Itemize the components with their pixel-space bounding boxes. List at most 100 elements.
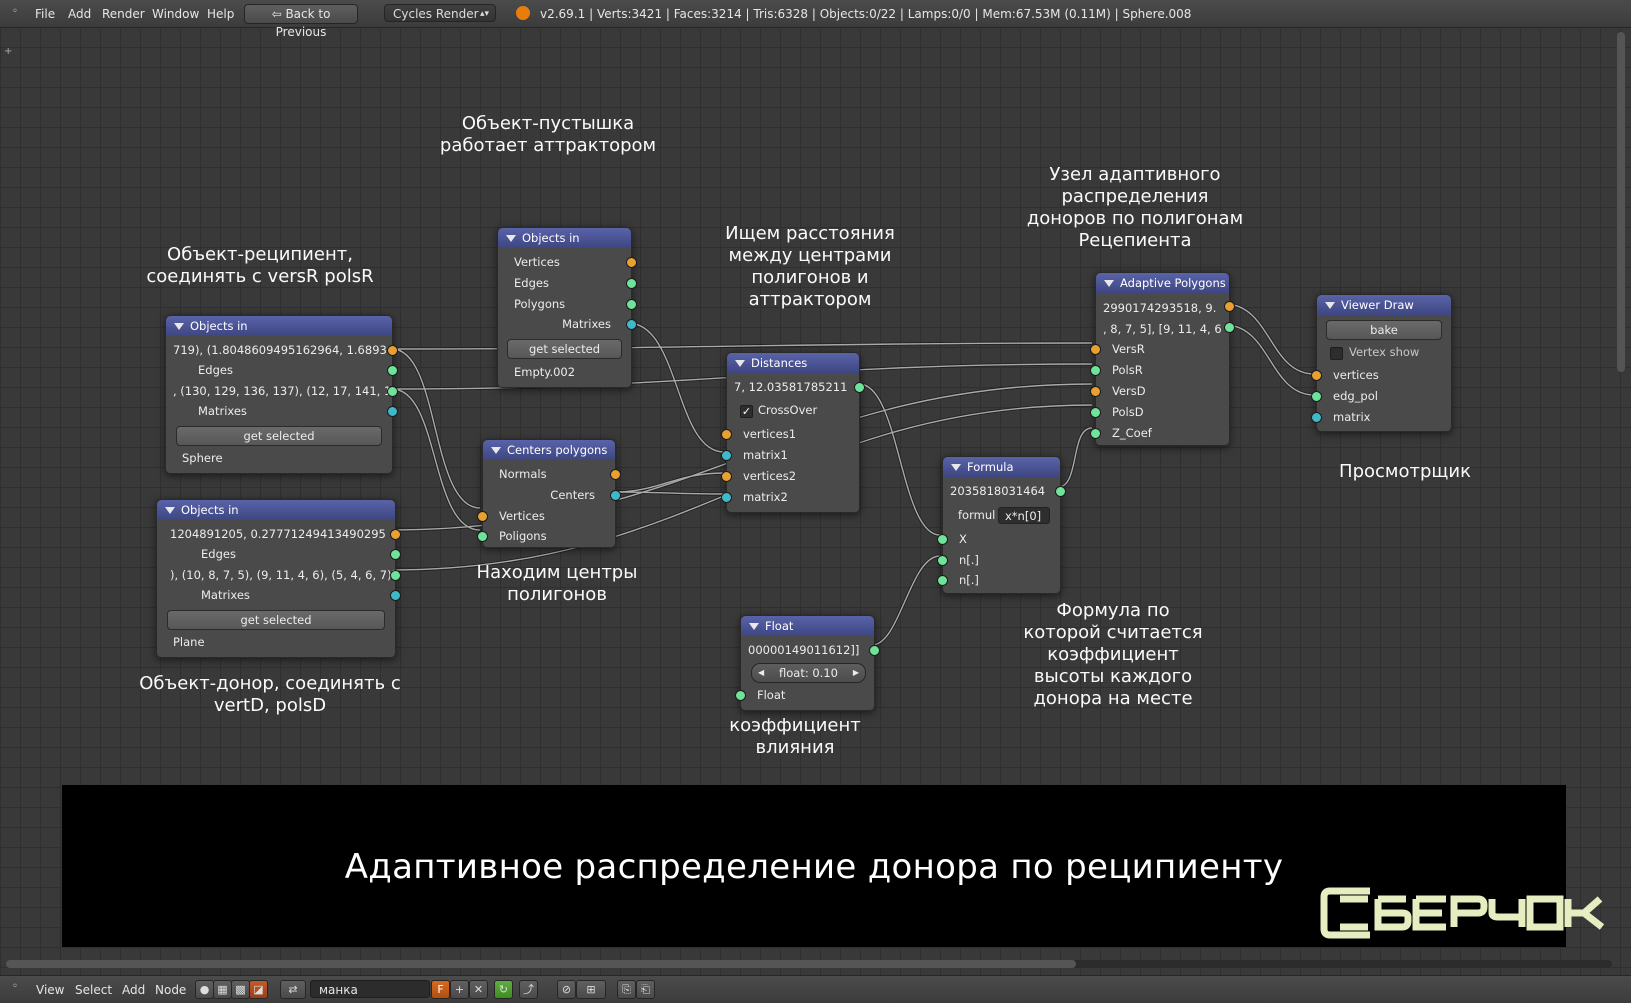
- socket-vertices1-in[interactable]: [721, 429, 732, 440]
- socket-z-coef-in[interactable]: [1090, 428, 1101, 439]
- editor-type-icon[interactable]: ◦: [12, 6, 18, 17]
- get-selected-button[interactable]: get selected: [507, 339, 622, 359]
- node-header[interactable]: Centers polygons: [483, 440, 615, 460]
- socket-poligons-in[interactable]: [477, 531, 488, 542]
- socket-versr-in[interactable]: [1090, 344, 1101, 355]
- socket-result-out[interactable]: [1055, 486, 1066, 497]
- socket-matrixes-out[interactable]: [390, 590, 401, 601]
- socket-polygons-out[interactable]: [387, 386, 398, 397]
- socket-centers-out[interactable]: [610, 490, 621, 501]
- socket-polygons-out[interactable]: [390, 570, 401, 581]
- menu-add[interactable]: Add: [68, 7, 91, 21]
- node-formula[interactable]: Formula 2035818031464 formul x*n[0] X n[…: [937, 456, 1066, 594]
- menu-help[interactable]: Help: [207, 7, 234, 21]
- bake-button[interactable]: bake: [1326, 320, 1442, 340]
- node-float[interactable]: Float 00000149011612]] ◀ float: 0.10 ▶ F…: [735, 615, 880, 711]
- node-header[interactable]: Float: [741, 616, 874, 636]
- socket-vertices-out[interactable]: [626, 257, 637, 268]
- socket-matrix-in[interactable]: [1311, 412, 1322, 423]
- socket-edg-pol-in[interactable]: [1311, 391, 1322, 402]
- unlink-tree-icon[interactable]: ✕: [469, 980, 488, 999]
- node-header[interactable]: Viewer Draw: [1317, 295, 1451, 315]
- menu-render[interactable]: Render: [102, 7, 145, 21]
- socket-polygons-out[interactable]: [626, 299, 637, 310]
- socket-vertices-out[interactable]: [387, 345, 398, 356]
- node-tree-name-field[interactable]: манка: [310, 980, 430, 998]
- shader-nodes-icon[interactable]: ●: [195, 980, 214, 999]
- paste-nodes-icon[interactable]: ⎗: [636, 980, 655, 999]
- get-selected-button[interactable]: get selected: [176, 426, 382, 446]
- socket-vertices-in[interactable]: [477, 511, 488, 522]
- horizontal-scroll-thumb[interactable]: [6, 960, 1076, 968]
- socket-x-in[interactable]: [937, 534, 948, 545]
- compositing-nodes-icon[interactable]: ▦: [213, 980, 232, 999]
- vertical-scrollbar[interactable]: [1617, 32, 1625, 372]
- socket-matrix2-in[interactable]: [721, 492, 732, 503]
- blender-logo-icon: [516, 6, 530, 20]
- node-header[interactable]: Objects in: [166, 316, 392, 336]
- socket-float-out[interactable]: [869, 645, 880, 656]
- node-tree-browse-icon[interactable]: ⇄: [280, 980, 306, 999]
- output-vertices: Vertices: [514, 255, 560, 269]
- parent-tree-icon[interactable]: ⤴: [519, 980, 538, 999]
- back-to-previous-button[interactable]: ⇦ Back to Previous: [244, 4, 358, 39]
- input-versr: VersR: [1112, 342, 1145, 356]
- socket-polygons-out[interactable]: [1224, 322, 1235, 333]
- socket-matrixes-out[interactable]: [626, 319, 637, 330]
- node-header[interactable]: Adaptive Polygons: [1096, 273, 1229, 293]
- socket-n2-in[interactable]: [937, 575, 948, 586]
- socket-distances-out[interactable]: [854, 382, 865, 393]
- node-objects-in-empty[interactable]: Objects in Vertices Edges Polygons Matri…: [497, 227, 637, 388]
- socket-normals-out[interactable]: [610, 469, 621, 480]
- copy-nodes-icon[interactable]: ⎘: [617, 980, 636, 999]
- snap-element-icon[interactable]: ⊞: [576, 980, 606, 999]
- menu-file[interactable]: File: [35, 7, 55, 21]
- socket-edges-out[interactable]: [626, 278, 637, 289]
- socket-float-in[interactable]: [735, 690, 746, 701]
- float-value-field[interactable]: ◀ float: 0.10 ▶: [751, 663, 866, 683]
- socket-versd-in[interactable]: [1090, 386, 1101, 397]
- sverchok-nodes-icon[interactable]: ◪: [249, 980, 268, 999]
- texture-nodes-icon[interactable]: ▩: [231, 980, 250, 999]
- socket-vertices-out[interactable]: [1224, 301, 1235, 312]
- horizontal-scrollbar[interactable]: [6, 960, 1612, 968]
- render-engine-select[interactable]: Cycles Render ▴▾: [384, 4, 496, 22]
- socket-vertices-out[interactable]: [390, 529, 401, 540]
- socket-edges-out[interactable]: [390, 549, 401, 560]
- menu-select[interactable]: Select: [75, 983, 112, 997]
- node-objects-in-plane[interactable]: Objects in 1204891205, 0.277712494134902…: [156, 499, 401, 658]
- menu-node[interactable]: Node: [155, 983, 186, 997]
- get-selected-button[interactable]: get selected: [167, 610, 385, 630]
- decrement-arrow-icon[interactable]: ◀: [758, 664, 764, 682]
- menu-view[interactable]: View: [36, 983, 64, 997]
- menu-window[interactable]: Window: [152, 7, 199, 21]
- node-adaptive-polygons[interactable]: Adaptive Polygons 2990174293518, 9. , 8,…: [1090, 272, 1235, 446]
- increment-arrow-icon[interactable]: ▶: [853, 664, 859, 682]
- node-objects-in-sphere[interactable]: Objects in 719), (1.8048609495162964, 1.…: [165, 315, 398, 474]
- fake-user-button[interactable]: F: [431, 980, 450, 999]
- node-header[interactable]: Objects in: [498, 228, 631, 248]
- socket-polsd-in[interactable]: [1090, 407, 1101, 418]
- new-tree-icon[interactable]: +: [450, 980, 469, 999]
- menu-add[interactable]: Add: [122, 983, 145, 997]
- socket-n1-in[interactable]: [937, 555, 948, 566]
- crossover-label: CrossOver: [758, 403, 818, 417]
- socket-matrix1-in[interactable]: [721, 450, 732, 461]
- snap-toggle-icon[interactable]: ⊘: [557, 980, 576, 999]
- node-viewer-draw[interactable]: Viewer Draw bake Vertex show vertices ed…: [1311, 294, 1452, 432]
- node-header[interactable]: Formula: [943, 457, 1060, 477]
- toolshelf-toggle-icon[interactable]: +: [4, 46, 12, 57]
- socket-matrixes-out[interactable]: [387, 406, 398, 417]
- node-centers-polygons[interactable]: Centers polygons Normals Centers Vertice…: [477, 439, 621, 548]
- socket-edges-out[interactable]: [387, 365, 398, 376]
- use-nodes-icon[interactable]: ↻: [494, 980, 513, 999]
- socket-vertices-in[interactable]: [1311, 370, 1322, 381]
- socket-vertices2-in[interactable]: [721, 471, 732, 482]
- editor-type-icon[interactable]: ◦: [12, 981, 18, 992]
- socket-polsr-in[interactable]: [1090, 365, 1101, 376]
- node-header[interactable]: Objects in: [157, 500, 395, 520]
- node-header[interactable]: Distances: [727, 353, 859, 373]
- node-distances[interactable]: Distances 7, 12.03581785211 ✓ CrossOver …: [721, 352, 865, 513]
- output-float: 00000149011612]]: [748, 643, 860, 657]
- formula-input[interactable]: x*n[0]: [998, 507, 1050, 524]
